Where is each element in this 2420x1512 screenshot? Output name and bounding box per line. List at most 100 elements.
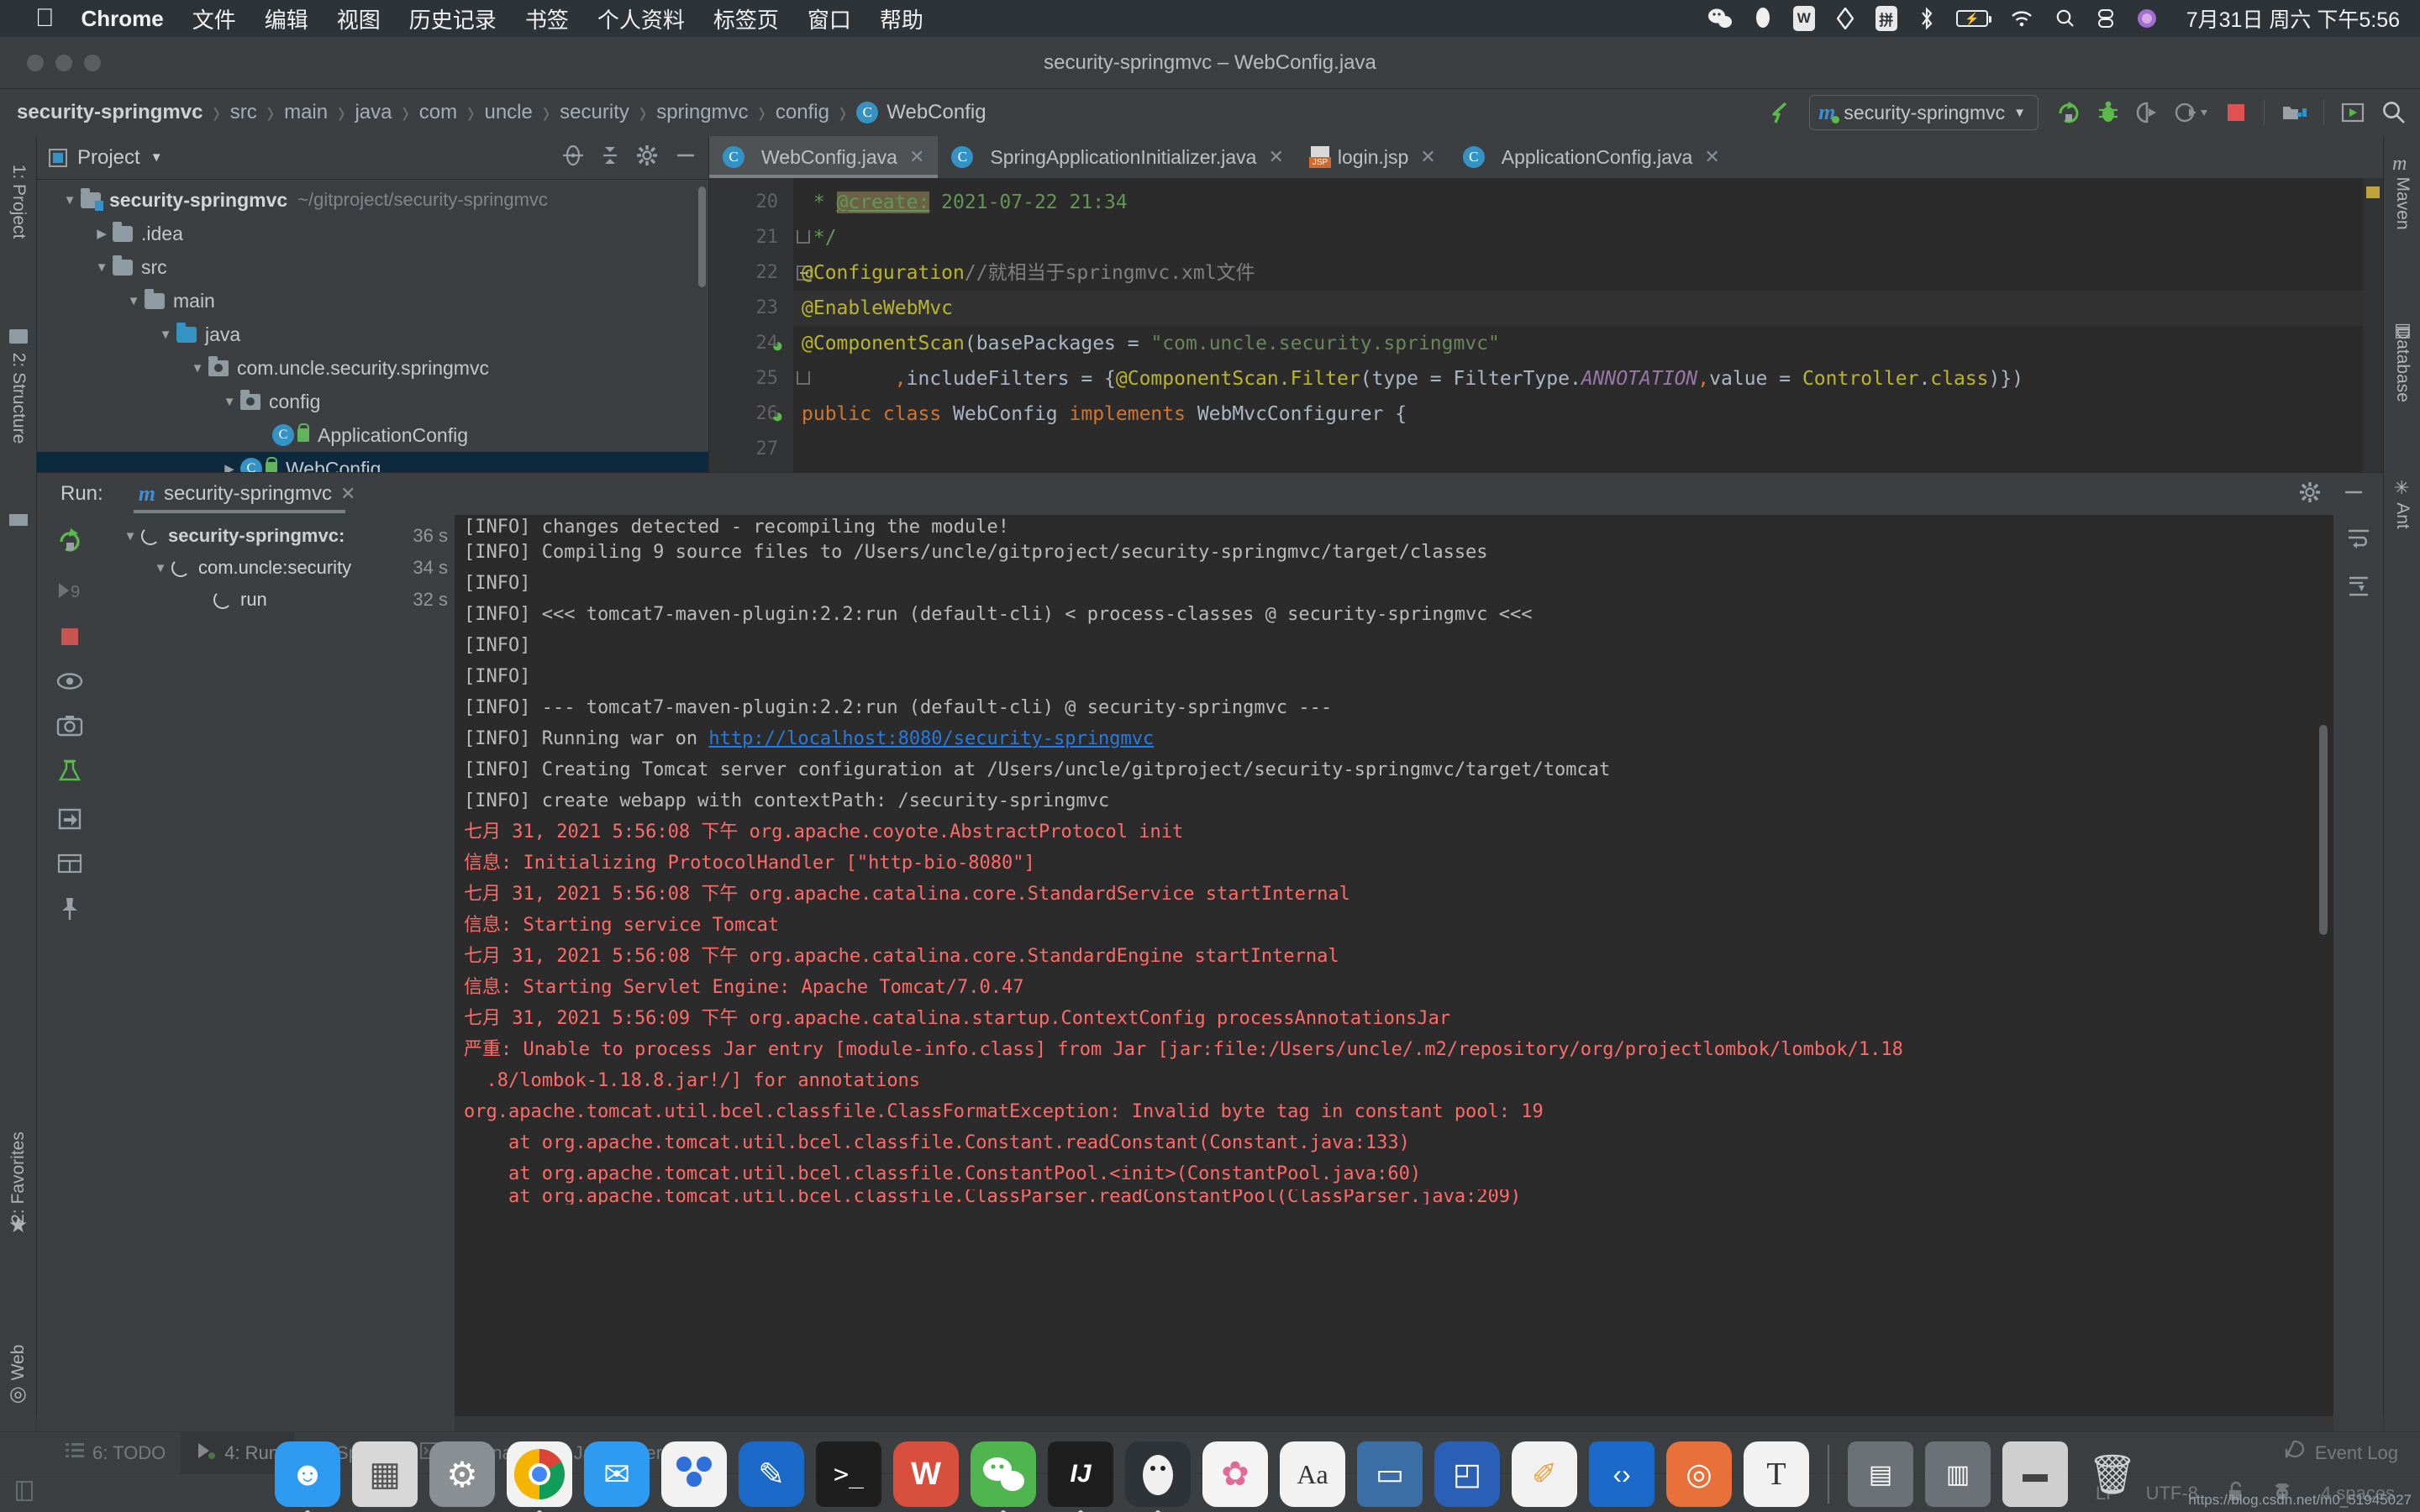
menu-item-help[interactable]: 帮助 [880, 3, 923, 34]
console-url-link[interactable]: http://localhost:8080/security-springmvc [708, 728, 1154, 749]
run-tree-row-goal[interactable]: run 32 s [103, 584, 455, 616]
dock-item-intellij-idea[interactable]: IJ [1048, 1441, 1113, 1507]
dropbox-icon[interactable] [1837, 8, 1854, 29]
run-tree-row-root[interactable]: ▼ security-springmvc: 36 s [103, 520, 455, 552]
dock-item-terminal[interactable]: >_ [816, 1441, 881, 1507]
tab-login-jsp[interactable]: login.jsp ✕ [1297, 136, 1449, 178]
expand-arrow-icon[interactable]: ▼ [123, 294, 145, 308]
dock-item-wps[interactable]: W [893, 1441, 959, 1507]
sidebar-item-web[interactable]: Web [8, 1345, 29, 1381]
sidebar-item-maven[interactable]: Maven [2392, 176, 2412, 229]
menu-item-tabs[interactable]: 标签页 [713, 3, 779, 34]
breadcrumb-item-src[interactable]: src [230, 101, 257, 124]
tree-row-src[interactable]: ▼ src [37, 250, 708, 284]
control-center-icon[interactable] [2097, 8, 2114, 29]
tab-applicationconfig-java[interactable]: C ApplicationConfig.java ✕ [1449, 136, 1733, 178]
dock-item-stack-folder[interactable]: ▤ [1848, 1441, 1913, 1507]
dock-item-wechat[interactable] [971, 1441, 1036, 1507]
updating-app-icon[interactable] [1769, 100, 1792, 125]
close-icon[interactable]: ✕ [1704, 146, 1719, 168]
menu-app-name[interactable]: Chrome [82, 6, 164, 32]
soft-wrap-icon[interactable] [2346, 527, 2371, 554]
menu-bar-clock[interactable]: 7月31日 周六 下午5:56 [2186, 3, 2400, 34]
hide-panel-icon[interactable] [675, 144, 697, 171]
dock-item-virtualbox[interactable]: ◰ [1434, 1441, 1500, 1507]
close-icon[interactable]: ✕ [1268, 146, 1283, 168]
breadcrumb-item-config[interactable]: config [776, 101, 829, 124]
editor-marker-bar[interactable] [2363, 178, 2383, 472]
rerun-icon[interactable] [55, 527, 84, 559]
tree-row-idea[interactable]: ▶ .idea [37, 217, 708, 250]
tab-springapplicationinitializer-java[interactable]: C SpringApplicationInitializer.java ✕ [938, 136, 1297, 178]
settings-gear-icon[interactable] [2299, 481, 2321, 507]
tree-row-webconfig[interactable]: ▶ C WebConfig [37, 452, 708, 472]
close-icon[interactable]: ✕ [1420, 146, 1435, 168]
dock-item-launchpad[interactable]: ▦ [352, 1441, 418, 1507]
breadcrumb-item-webconfig[interactable]: WebConfig [886, 101, 986, 124]
breadcrumb-item-project[interactable]: security-springmvc [17, 101, 203, 124]
tree-row-security-springmvc[interactable]: ▼ security-springmvc ~/gitproject/securi… [37, 183, 708, 217]
code-editor[interactable]: 20 21 22 23 24 25 26 27 28 29 [709, 178, 2383, 472]
expand-arrow-icon[interactable]: ▼ [91, 260, 113, 275]
project-tree-scrollbar[interactable] [698, 186, 706, 287]
stop-icon[interactable] [59, 626, 81, 652]
wifi-icon[interactable] [2010, 9, 2033, 28]
tree-row-package-root[interactable]: ▼ com.uncle.security.springmvc [37, 351, 708, 385]
rerun-failed-tests-icon[interactable]: 9 [55, 578, 84, 607]
dock-item-photos[interactable]: ✿ [1202, 1441, 1268, 1507]
breadcrumb-item-security[interactable]: security [560, 101, 629, 124]
dock-item-vscode[interactable]: ‹› [1589, 1441, 1655, 1507]
sidebar-item-ant[interactable]: Ant [2392, 502, 2412, 529]
dock-item-typora[interactable]: T [1744, 1441, 1809, 1507]
run-with-coverage-icon[interactable] [2136, 100, 2158, 125]
menu-item-bookmarks[interactable]: 书签 [525, 3, 569, 34]
dock-item-remote-desktop[interactable]: ▭ [1357, 1441, 1423, 1507]
expand-arrow-icon[interactable]: ▶ [218, 461, 240, 472]
export-icon[interactable] [57, 807, 82, 835]
stop-icon[interactable] [2225, 102, 2247, 123]
hide-panel-icon[interactable] [2343, 481, 2365, 507]
spring-bean-class-icon[interactable]: ◕ [771, 405, 784, 428]
menu-item-window[interactable]: 窗口 [808, 3, 851, 34]
pinyin-input-icon[interactable]: 拼 [1876, 6, 1897, 31]
console-scrollbar[interactable] [2319, 725, 2328, 935]
dock-item-mail[interactable]: ✉ [584, 1441, 650, 1507]
tree-row-main[interactable]: ▼ main [37, 284, 708, 318]
tree-row-java[interactable]: ▼ java [37, 318, 708, 351]
dock-item-sketch[interactable]: ✐ [1512, 1441, 1577, 1507]
expand-arrow-icon[interactable]: ▼ [150, 561, 171, 575]
menu-item-profile[interactable]: 个人资料 [597, 3, 685, 34]
dock-item-dictionary[interactable]: Aa [1280, 1441, 1345, 1507]
dock-item-chrome[interactable] [507, 1441, 572, 1507]
expand-arrow-icon[interactable]: ▼ [119, 529, 141, 543]
build-project-icon[interactable] [2281, 101, 2307, 124]
profiler-icon[interactable] [2175, 100, 2208, 125]
menu-item-edit[interactable]: 编辑 [265, 3, 308, 34]
expand-arrow-icon[interactable]: ▶ [91, 226, 113, 241]
search-everywhere-icon[interactable] [2381, 100, 2407, 125]
close-icon[interactable]: ✕ [909, 146, 924, 168]
dock-item-dropbox[interactable] [661, 1441, 727, 1507]
spring-bean-icon[interactable]: ◕ [771, 334, 784, 358]
pin-icon[interactable] [59, 896, 81, 926]
menu-item-view[interactable]: 视图 [337, 3, 381, 34]
screenshot-icon[interactable] [56, 715, 83, 741]
close-icon[interactable]: ✕ [340, 483, 355, 505]
battery-icon[interactable]: ⚡ [1956, 10, 1988, 27]
breadcrumb-item-java[interactable]: java [355, 101, 392, 124]
apple-menu-icon[interactable]:  [35, 6, 55, 31]
run-tab-security-springmvc[interactable]: m security-springmvc ✕ [134, 473, 361, 515]
breadcrumb-item-springmvc[interactable]: springmvc [656, 101, 748, 124]
sidebar-item-favorites[interactable]: 2: Favorites [8, 1131, 29, 1224]
scroll-to-end-icon[interactable] [2346, 575, 2371, 602]
sidebar-item-project[interactable]: 1: Project [8, 165, 29, 239]
project-tree[interactable]: ▼ security-springmvc ~/gitproject/securi… [37, 180, 708, 472]
expand-arrow-icon[interactable]: ▼ [218, 395, 240, 409]
dock-item-xcode[interactable]: ✎ [739, 1441, 804, 1507]
expand-arrow-icon[interactable]: ▼ [155, 328, 176, 342]
wechat-icon[interactable] [1707, 8, 1733, 29]
expand-arrow-icon[interactable]: ▼ [59, 193, 81, 207]
run-console-output[interactable]: [INFO] changes detected - recompiling th… [455, 515, 2333, 1431]
debug-icon[interactable] [2097, 100, 2119, 125]
menu-item-history[interactable]: 历史记录 [409, 3, 497, 34]
